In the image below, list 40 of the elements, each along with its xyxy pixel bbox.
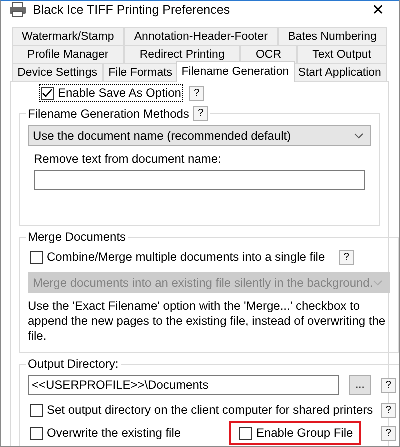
checkbox-box[interactable] <box>41 86 54 100</box>
help-button[interactable]: ? <box>381 426 396 440</box>
tab[interactable]: Profile Manager <box>12 45 124 63</box>
directory-field[interactable]: <<USERPROFILE>>\Documents <box>28 375 340 395</box>
checkbox[interactable]: Set output directory on the client computer for shared printers <box>28 401 376 419</box>
checkbox-box[interactable] <box>30 404 43 416</box>
tab[interactable]: Start Application <box>292 63 388 81</box>
checkbox[interactable]: Overwrite the existing file <box>28 424 184 442</box>
window-title: Black Ice TIFF Printing Preferences <box>33 3 232 17</box>
check-icon <box>42 88 53 98</box>
tab[interactable]: Filename Generation <box>176 61 295 82</box>
browse-button[interactable]: ... <box>349 375 372 395</box>
checkbox-box[interactable] <box>30 426 43 440</box>
chevron-icon <box>354 132 364 138</box>
field-label: Remove text from document name: <box>33 152 222 167</box>
group-title: Output Directory: <box>28 357 119 371</box>
checkbox-box[interactable] <box>30 250 43 264</box>
help-button[interactable]: ? <box>193 106 208 121</box>
tab[interactable]: Annotation-Header-Footer <box>124 27 278 45</box>
method-dropdown[interactable]: Use the document name (recommended default) <box>28 125 371 146</box>
close-button[interactable]: ✕ <box>366 1 391 19</box>
checkbox-box[interactable] <box>239 426 252 440</box>
tab[interactable]: Bates Numbering <box>278 27 387 45</box>
group-title: Filename Generation Methods <box>28 106 190 120</box>
checkbox[interactable]: Enable Save As Option <box>39 84 184 102</box>
tab[interactable]: Device Settings <box>12 63 104 81</box>
tab[interactable]: Watermark/Stamp <box>12 27 124 45</box>
note-text: Use the 'Exact Filename' option with the 'Merge...' checkbox to append the new pages to the existing file, instead of overwriting the file. <box>28 299 387 344</box>
checkbox[interactable]: Combine/Merge multiple documents into a single file <box>28 248 328 266</box>
tab[interactable]: Redirect Printing <box>124 45 240 63</box>
input-field[interactable] <box>34 170 365 190</box>
help-button[interactable]: ? <box>381 402 396 418</box>
help-button[interactable]: ? <box>189 86 204 100</box>
chevron-icon <box>373 280 384 286</box>
help-button[interactable]: ? <box>381 378 396 392</box>
group-title: Merge Documents <box>28 230 126 244</box>
tab[interactable]: Text Output <box>297 45 388 63</box>
tab[interactable]: File Formats <box>103 63 178 81</box>
checkbox[interactable]: Enable Group File <box>237 424 356 442</box>
help-button[interactable]: ? <box>339 250 354 264</box>
